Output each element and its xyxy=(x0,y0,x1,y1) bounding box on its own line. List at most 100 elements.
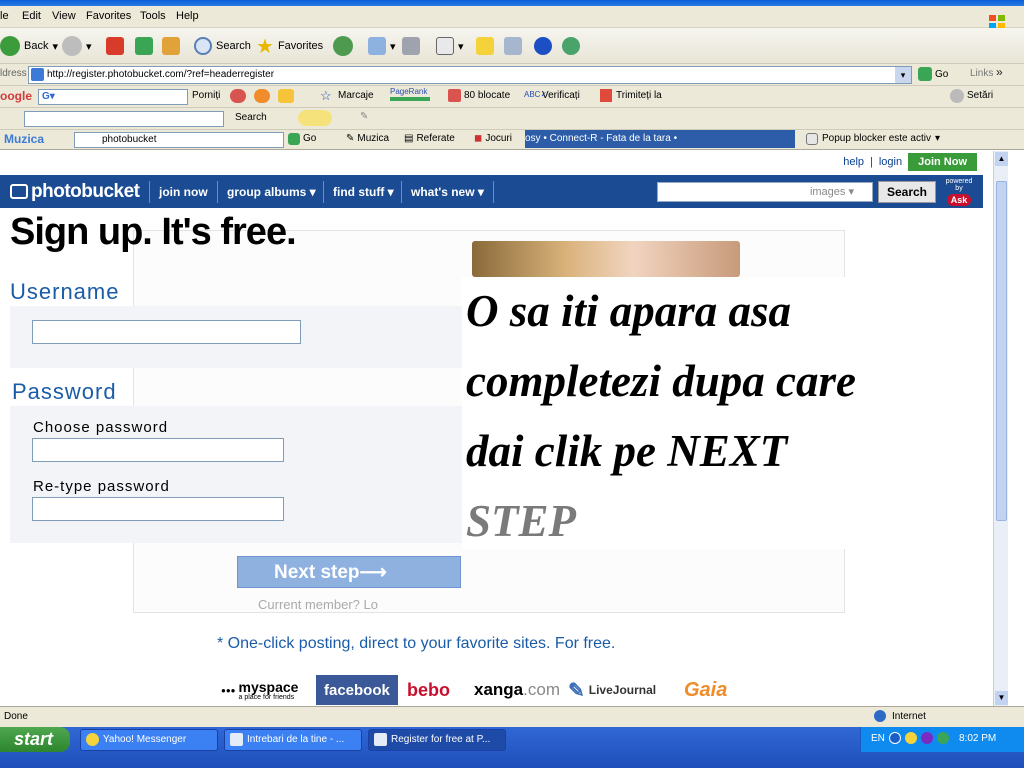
nav-join-now[interactable]: join now xyxy=(159,185,208,199)
current-member-link[interactable]: Current member? Lo xyxy=(258,597,378,612)
photobucket-logo[interactable]: photobucket xyxy=(10,181,140,203)
magnifier-icon xyxy=(194,37,212,55)
home-icon xyxy=(162,37,180,55)
messenger-tray-icon[interactable] xyxy=(905,732,917,744)
page-viewport: help | login Join Now photobucket join n… xyxy=(0,151,993,706)
menu-favorites[interactable]: Favorites xyxy=(86,10,131,22)
login-link[interactable]: login xyxy=(879,156,902,168)
popup-blocker-status[interactable]: Popup blocker este activ ▾ xyxy=(806,133,940,145)
trimiteti-button[interactable]: Trimiteți la xyxy=(616,90,662,101)
refresh-button[interactable] xyxy=(135,34,153,58)
go-button[interactable]: Go xyxy=(918,67,948,81)
edit-button[interactable]: ▾ xyxy=(436,34,464,58)
forward-button[interactable]: ▾ xyxy=(62,34,92,58)
site-search-input[interactable]: images ▾ xyxy=(657,182,873,202)
stop-icon xyxy=(106,37,124,55)
menu-help[interactable]: Help xyxy=(176,10,199,22)
verificati-button[interactable]: Verificați xyxy=(542,90,580,101)
facebook-logo[interactable]: facebook xyxy=(316,675,398,705)
mail-button[interactable]: ▾ xyxy=(368,34,396,58)
ask-badge: powered by Ask xyxy=(945,178,973,206)
livejournal-logo[interactable]: ✎ LiveJournal xyxy=(568,675,656,705)
task-register-photobucket[interactable]: Register for free at P... xyxy=(368,729,506,751)
history-button[interactable] xyxy=(333,34,353,58)
address-input[interactable]: http://register.photobucket.com/?ref=hea… xyxy=(28,66,912,84)
nav-find-stuff[interactable]: find stuff ▾ xyxy=(333,185,394,199)
back-button[interactable]: Back ▾ xyxy=(0,34,58,58)
referate-link[interactable]: ▤ Referate xyxy=(404,133,455,144)
stop-button[interactable] xyxy=(106,34,124,58)
back-arrow-icon xyxy=(0,36,20,56)
radio-ticker[interactable]: osy • Connect-R - Fata de la tara • xyxy=(525,130,795,148)
search-button[interactable]: Search xyxy=(194,34,251,58)
muzica-link[interactable]: ✎ Muzica xyxy=(346,133,389,144)
retype-password-input[interactable] xyxy=(32,497,284,521)
menu-view[interactable]: View xyxy=(52,10,76,22)
choose-password-input[interactable] xyxy=(32,438,284,462)
start-button[interactable]: start xyxy=(0,727,70,752)
links-search-input[interactable]: photobucket xyxy=(74,132,284,148)
annotation-line-4: STEP xyxy=(466,496,577,546)
blocked-count[interactable]: 80 blocate xyxy=(464,90,510,101)
smiley-icon[interactable] xyxy=(298,110,332,126)
site-search-button[interactable]: Search xyxy=(878,181,936,203)
home-button[interactable] xyxy=(162,34,180,58)
next-step-button[interactable]: Next step⟶ xyxy=(237,556,461,588)
language-indicator[interactable]: EN xyxy=(871,733,885,744)
status-bar: Done Internet xyxy=(0,706,1024,727)
scroll-down-icon[interactable]: ▼ xyxy=(995,691,1008,705)
nav-whats-new[interactable]: what's new ▾ xyxy=(411,185,484,199)
scrollbar-thumb[interactable] xyxy=(996,181,1007,521)
search-scope-select[interactable]: images ▾ xyxy=(810,186,854,198)
history-icon xyxy=(333,36,353,56)
bookmark-icon[interactable] xyxy=(278,89,294,103)
menu-edit[interactable]: Edit xyxy=(22,10,41,22)
blog-icon[interactable] xyxy=(230,89,246,103)
bluetooth-button[interactable] xyxy=(534,34,552,58)
join-now-button[interactable]: Join Now xyxy=(908,153,977,171)
myspace-logo[interactable]: ●●● myspace a place for friends xyxy=(221,675,298,705)
marcaje-button[interactable]: Marcaje xyxy=(338,90,374,101)
network-tray-icon[interactable] xyxy=(937,732,949,744)
google-logo: oogle xyxy=(0,89,32,103)
messenger-button[interactable] xyxy=(562,34,580,58)
address-dropdown-icon[interactable]: ▾ xyxy=(895,67,911,83)
google-search-input[interactable]: G▾ xyxy=(38,89,188,105)
gaia-logo[interactable]: Gaia xyxy=(684,675,727,705)
menu-tools[interactable]: Tools xyxy=(140,10,166,22)
app-tray-icon[interactable] xyxy=(921,732,933,744)
refresh-icon xyxy=(135,37,153,55)
favorites-button[interactable]: ★ Favorites xyxy=(256,34,323,58)
links-go-button[interactable]: Go xyxy=(288,133,316,145)
send-icon xyxy=(600,89,612,102)
myspace-people-icon: ●●● xyxy=(221,685,236,695)
vertical-scrollbar[interactable]: ▲ ▼ xyxy=(993,151,1008,706)
help-link[interactable]: help xyxy=(843,156,864,168)
toolbar-search-button[interactable]: Search xyxy=(235,112,267,123)
nav-group-albums[interactable]: group albums ▾ xyxy=(227,185,316,199)
porniti-button[interactable]: Porniți xyxy=(192,90,220,101)
xanga-logo[interactable]: xanga .com xyxy=(474,675,560,705)
setari-button[interactable]: Setări xyxy=(967,90,993,101)
address-label: ldress xyxy=(0,68,27,79)
username-input[interactable] xyxy=(32,320,301,344)
bebo-logo[interactable]: bebo xyxy=(407,675,450,705)
toolbar-search-input[interactable] xyxy=(24,111,224,127)
task-intrebari[interactable]: Intrebari de la tine - ... xyxy=(224,729,362,751)
smiley-icon xyxy=(86,733,99,746)
taskbar: start Yahoo! Messenger Intrebari de la t… xyxy=(0,727,1024,768)
promo-photo xyxy=(472,241,740,277)
back-tray-icon[interactable] xyxy=(889,732,901,744)
mail-icon xyxy=(368,37,386,55)
notes-button[interactable] xyxy=(476,34,494,58)
chevron-icon[interactable]: » xyxy=(996,65,1003,79)
news-icon[interactable] xyxy=(254,89,270,103)
jocuri-link[interactable]: ◼ Jocuri xyxy=(474,133,512,144)
links-button[interactable]: Links xyxy=(970,68,993,79)
highlighter-icon[interactable]: ✎ xyxy=(360,111,368,122)
task-yahoo-messenger[interactable]: Yahoo! Messenger xyxy=(80,729,218,751)
menu-file[interactable]: le xyxy=(0,10,9,22)
print-button[interactable] xyxy=(402,34,420,58)
scroll-up-icon[interactable]: ▲ xyxy=(995,152,1008,166)
research-button[interactable] xyxy=(504,34,522,58)
